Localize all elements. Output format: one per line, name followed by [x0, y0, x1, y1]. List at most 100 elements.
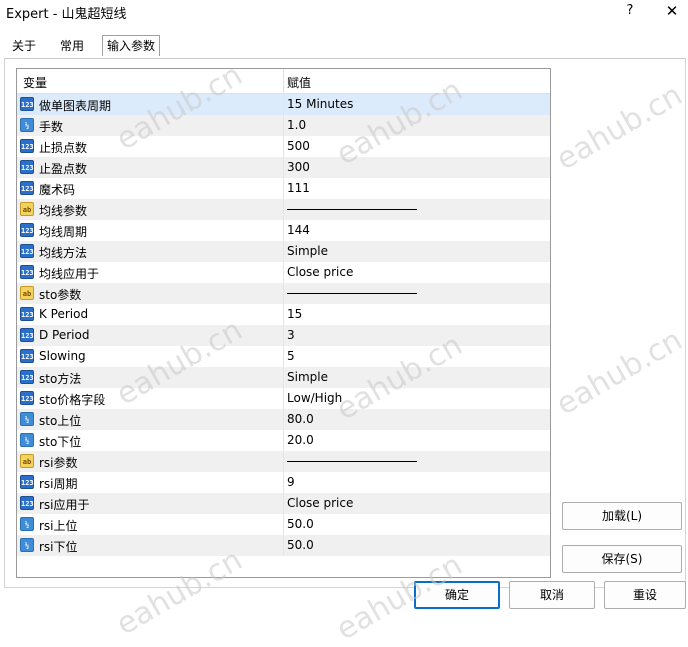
value-cell[interactable]: 1.0	[284, 115, 550, 136]
variable-value[interactable]: 9	[287, 475, 295, 489]
variable-cell[interactable]: 123 K Period	[17, 304, 284, 325]
table-row[interactable]: 123 均线应用于 Close price	[17, 262, 550, 283]
variable-value[interactable]: 144	[287, 223, 310, 237]
variable-cell[interactable]: ½ rsi下位	[17, 535, 284, 556]
variable-value[interactable]: 50.0	[287, 538, 314, 552]
column-divider[interactable]	[283, 69, 284, 93]
value-cell[interactable]: 20.0	[284, 430, 550, 451]
reset-button[interactable]: 重设	[604, 581, 686, 609]
cancel-button[interactable]: 取消	[509, 581, 595, 609]
table-row[interactable]: 123 均线周期 144	[17, 220, 550, 241]
help-button[interactable]: ?	[620, 1, 640, 23]
table-row[interactable]: ½ rsi下位 50.0	[17, 535, 550, 556]
table-row[interactable]: ½ sto下位 20.0	[17, 430, 550, 451]
table-row[interactable]: 123 rsi应用于 Close price	[17, 493, 550, 514]
tab-about[interactable]: 关于	[10, 36, 38, 56]
variable-value[interactable]: Low/High	[287, 391, 342, 405]
variable-cell[interactable]: 123 sto方法	[17, 367, 284, 388]
value-cell[interactable]: 50.0	[284, 514, 550, 535]
variable-cell[interactable]: ½ 手数	[17, 115, 284, 136]
value-cell[interactable]: 300	[284, 157, 550, 178]
value-cell[interactable]	[284, 283, 550, 304]
value-cell[interactable]: 80.0	[284, 409, 550, 430]
close-button[interactable]: ✕	[660, 1, 684, 23]
table-row[interactable]: ab 均线参数	[17, 199, 550, 220]
column-header-variable[interactable]: 变量	[23, 74, 47, 91]
parameters-table[interactable]: 变量 赋值 123 做单图表周期 15 Minutes ½ 手数 1.0 123 止损点数 50…	[16, 68, 551, 578]
variable-value[interactable]: Simple	[287, 244, 328, 258]
table-row[interactable]: ½ rsi上位 50.0	[17, 514, 550, 535]
table-row[interactable]: ab rsi参数	[17, 451, 550, 472]
variable-value[interactable]: 111	[287, 181, 310, 195]
value-cell[interactable]: Low/High	[284, 388, 550, 409]
variable-value[interactable]: 3	[287, 328, 295, 342]
variable-value[interactable]: 500	[287, 139, 310, 153]
variable-value[interactable]: 1.0	[287, 118, 306, 132]
table-row[interactable]: 123 D Period 3	[17, 325, 550, 346]
variable-cell[interactable]: 123 均线周期	[17, 220, 284, 241]
variable-cell[interactable]: 123 rsi周期	[17, 472, 284, 493]
variable-cell[interactable]: 123 sto价格字段	[17, 388, 284, 409]
table-row[interactable]: 123 rsi周期 9	[17, 472, 550, 493]
value-cell[interactable]	[284, 451, 550, 472]
value-cell[interactable]: Simple	[284, 241, 550, 262]
variable-cell[interactable]: 123 止损点数	[17, 136, 284, 157]
tab-inputs[interactable]: 输入参数	[102, 35, 161, 56]
int-icon: 123	[20, 265, 34, 279]
variable-cell[interactable]: ab rsi参数	[17, 451, 284, 472]
variable-value[interactable]: 15	[287, 307, 302, 321]
table-row[interactable]: ½ 手数 1.0	[17, 115, 550, 136]
load-button[interactable]: 加载(L)	[562, 502, 682, 530]
variable-cell[interactable]: ½ sto上位	[17, 409, 284, 430]
variable-value[interactable]: 5	[287, 349, 295, 363]
table-row[interactable]: 123 止损点数 500	[17, 136, 550, 157]
variable-cell[interactable]: 123 Slowing	[17, 346, 284, 367]
value-cell[interactable]: Simple	[284, 367, 550, 388]
value-cell[interactable]: 5	[284, 346, 550, 367]
value-cell[interactable]: 144	[284, 220, 550, 241]
value-cell[interactable]: 15 Minutes	[284, 94, 550, 115]
table-row[interactable]: 123 Slowing 5	[17, 346, 550, 367]
variable-value[interactable]: 80.0	[287, 412, 314, 426]
value-cell[interactable]	[284, 199, 550, 220]
variable-value[interactable]: 15 Minutes	[287, 97, 353, 111]
table-row[interactable]: 123 魔术码 111	[17, 178, 550, 199]
ok-button[interactable]: 确定	[414, 581, 500, 609]
table-row[interactable]: ½ sto上位 80.0	[17, 409, 550, 430]
value-cell[interactable]: Close price	[284, 262, 550, 283]
variable-cell[interactable]: ab 均线参数	[17, 199, 284, 220]
variable-cell[interactable]: ab sto参数	[17, 283, 284, 304]
table-row[interactable]: 123 K Period 15	[17, 304, 550, 325]
table-row[interactable]: 123 止盈点数 300	[17, 157, 550, 178]
variable-cell[interactable]: ½ sto下位	[17, 430, 284, 451]
table-row[interactable]: 123 均线方法 Simple	[17, 241, 550, 262]
variable-cell[interactable]: ½ rsi上位	[17, 514, 284, 535]
variable-cell[interactable]: 123 rsi应用于	[17, 493, 284, 514]
table-row[interactable]: ab sto参数	[17, 283, 550, 304]
value-cell[interactable]: 500	[284, 136, 550, 157]
variable-cell[interactable]: 123 均线应用于	[17, 262, 284, 283]
variable-cell[interactable]: 123 均线方法	[17, 241, 284, 262]
table-row[interactable]: 123 做单图表周期 15 Minutes	[17, 94, 550, 115]
variable-cell[interactable]: 123 做单图表周期	[17, 94, 284, 115]
variable-value[interactable]: 50.0	[287, 517, 314, 531]
variable-value[interactable]: Close price	[287, 496, 353, 510]
tab-common[interactable]: 常用	[58, 36, 86, 56]
column-header-value[interactable]: 赋值	[287, 74, 311, 91]
variable-value[interactable]: Close price	[287, 265, 353, 279]
table-row[interactable]: 123 sto方法 Simple	[17, 367, 550, 388]
variable-value[interactable]: Simple	[287, 370, 328, 384]
value-cell[interactable]: 3	[284, 325, 550, 346]
value-cell[interactable]: 9	[284, 472, 550, 493]
variable-value[interactable]: 300	[287, 160, 310, 174]
value-cell[interactable]: 50.0	[284, 535, 550, 556]
value-cell[interactable]: 111	[284, 178, 550, 199]
value-cell[interactable]: Close price	[284, 493, 550, 514]
variable-cell[interactable]: 123 魔术码	[17, 178, 284, 199]
variable-cell[interactable]: 123 止盈点数	[17, 157, 284, 178]
variable-cell[interactable]: 123 D Period	[17, 325, 284, 346]
variable-value[interactable]: 20.0	[287, 433, 314, 447]
save-button[interactable]: 保存(S)	[562, 545, 682, 573]
table-row[interactable]: 123 sto价格字段 Low/High	[17, 388, 550, 409]
value-cell[interactable]: 15	[284, 304, 550, 325]
